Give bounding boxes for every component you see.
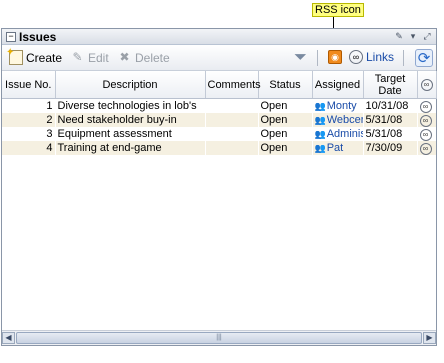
cell-issue-no: 2 [2, 113, 55, 127]
scroll-left-icon[interactable]: ◀ [2, 332, 15, 344]
collapse-icon[interactable]: − [6, 32, 16, 42]
cell-issue-no: 4 [2, 141, 55, 155]
delete-x-icon: ✖ [119, 50, 130, 64]
cell-status: Open [258, 113, 312, 127]
refresh-icon: ⟳ [415, 49, 433, 67]
col-header-link[interactable]: ∞ [417, 71, 437, 99]
col-header-description[interactable]: Description [55, 71, 206, 99]
col-header-target-date[interactable]: Target Date [363, 71, 418, 99]
table-row[interactable]: 1 Diverse technologies in lob's Open 👥Mo… [2, 99, 436, 114]
rss-button[interactable]: ◉ [328, 50, 342, 64]
cell-link[interactable]: ∞ [417, 141, 436, 155]
panel-titlebar: − Issues ✎ ▾ ⤢ [2, 29, 436, 45]
chevron-down-icon[interactable]: ▾ [408, 30, 418, 42]
toolbar-separator [317, 50, 318, 66]
cell-target-date: 5/31/08 [363, 113, 417, 127]
cell-target-date: 10/31/08 [365, 100, 409, 112]
issues-panel: − Issues ✎ ▾ ⤢ Create ✎ Edit ✖ Delete ⏷ … [1, 28, 437, 346]
filter-button[interactable]: ⏷ [293, 49, 308, 66]
cell-description: Need stakeholder buy-in [55, 113, 205, 127]
assigned-link[interactable]: Monty [327, 100, 357, 112]
create-icon [6, 45, 23, 65]
link-icon: ∞ [419, 142, 432, 155]
panel-window-controls: ✎ ▾ ⤢ [394, 30, 432, 42]
cell-assigned[interactable]: 👥Monty [312, 99, 363, 114]
assigned-link[interactable]: Webcer [327, 114, 362, 126]
refresh-button[interactable]: ⟳ [415, 49, 433, 67]
cell-description: Training at end-game [55, 141, 205, 155]
assigned-link[interactable]: Adminis [327, 128, 362, 140]
create-label: Create [26, 50, 63, 65]
person-icon: 👥 [314, 143, 326, 153]
col-header-issue-no[interactable]: Issue No. [2, 71, 56, 99]
rss-icon: ◉ [328, 50, 342, 64]
cell-status: Open [260, 100, 288, 112]
maximize-icon[interactable]: ⤢ [422, 30, 432, 42]
toolbar-separator [403, 50, 404, 66]
table-row[interactable]: 3 Equipment assessment Open 👥Adminis 5/3… [2, 127, 436, 141]
cell-comments [205, 113, 258, 127]
scroll-right-icon[interactable]: ▶ [423, 332, 436, 344]
edit-label: Edit [88, 50, 109, 65]
delete-label: Delete [135, 50, 170, 65]
cell-description: Equipment assessment [57, 128, 172, 140]
person-icon: 👥 [314, 101, 326, 111]
pencil-icon: ✎ [72, 50, 83, 64]
col-header-comments[interactable]: Comments [205, 71, 261, 99]
links-label: Links [366, 50, 395, 64]
link-icon: ∞ [419, 100, 432, 113]
panel-title: Issues [19, 30, 57, 44]
link-icon: ∞ [420, 79, 433, 91]
edit-button[interactable]: ✎ Edit [70, 50, 109, 65]
link-icon: ∞ [419, 114, 432, 127]
table-header-row: Issue No. Description Comments Status As… [2, 71, 437, 99]
cell-comments [205, 141, 258, 155]
cell-issue-no: 3 [46, 128, 53, 140]
links-button[interactable]: ∞ Links [349, 50, 394, 64]
cell-comments [205, 99, 258, 114]
filter-icon: ⏷ [294, 49, 307, 66]
cell-link[interactable]: ∞ [417, 127, 436, 141]
rss-callout-label: RSS icon [312, 3, 364, 17]
col-header-status[interactable]: Status [258, 71, 313, 99]
person-icon: 👥 [314, 129, 326, 139]
table-row[interactable]: 2 Need stakeholder buy-in Open 👥Webcer 5… [2, 113, 436, 127]
cell-status: Open [258, 141, 312, 155]
assigned-link[interactable]: Pat [327, 142, 344, 154]
cell-status: Open [260, 128, 288, 140]
create-button[interactable]: Create [6, 45, 63, 65]
cell-target-date: 5/31/08 [365, 128, 403, 140]
issues-table: Issue No. Description Comments Status As… [2, 71, 437, 155]
cell-assigned[interactable]: 👥Webcer [312, 113, 363, 127]
col-header-assigned[interactable]: Assigned [312, 71, 364, 99]
links-icon: ∞ [349, 50, 363, 64]
pencil-icon[interactable]: ✎ [394, 30, 404, 42]
delete-button[interactable]: ✖ Delete [117, 50, 170, 65]
cell-issue-no: 1 [46, 100, 53, 112]
person-icon: 👥 [314, 115, 326, 125]
cell-description: Diverse technologies in lob's [57, 100, 197, 112]
cell-target-date: 7/30/09 [363, 141, 417, 155]
scroll-thumb[interactable]: ||| [16, 332, 422, 344]
link-icon: ∞ [419, 128, 432, 141]
cell-link[interactable]: ∞ [417, 99, 436, 114]
cell-comments [205, 127, 258, 141]
table-row[interactable]: 4 Training at end-game Open 👥Pat 7/30/09… [2, 141, 436, 155]
cell-assigned[interactable]: 👥Pat [312, 141, 363, 155]
toolbar: Create ✎ Edit ✖ Delete ⏷ ◉ ∞ Links ⟳ [2, 45, 436, 71]
cell-assigned[interactable]: 👥Adminis [312, 127, 363, 141]
cell-link[interactable]: ∞ [417, 113, 436, 127]
horizontal-scrollbar[interactable]: ◀ ||| ▶ [2, 330, 436, 345]
